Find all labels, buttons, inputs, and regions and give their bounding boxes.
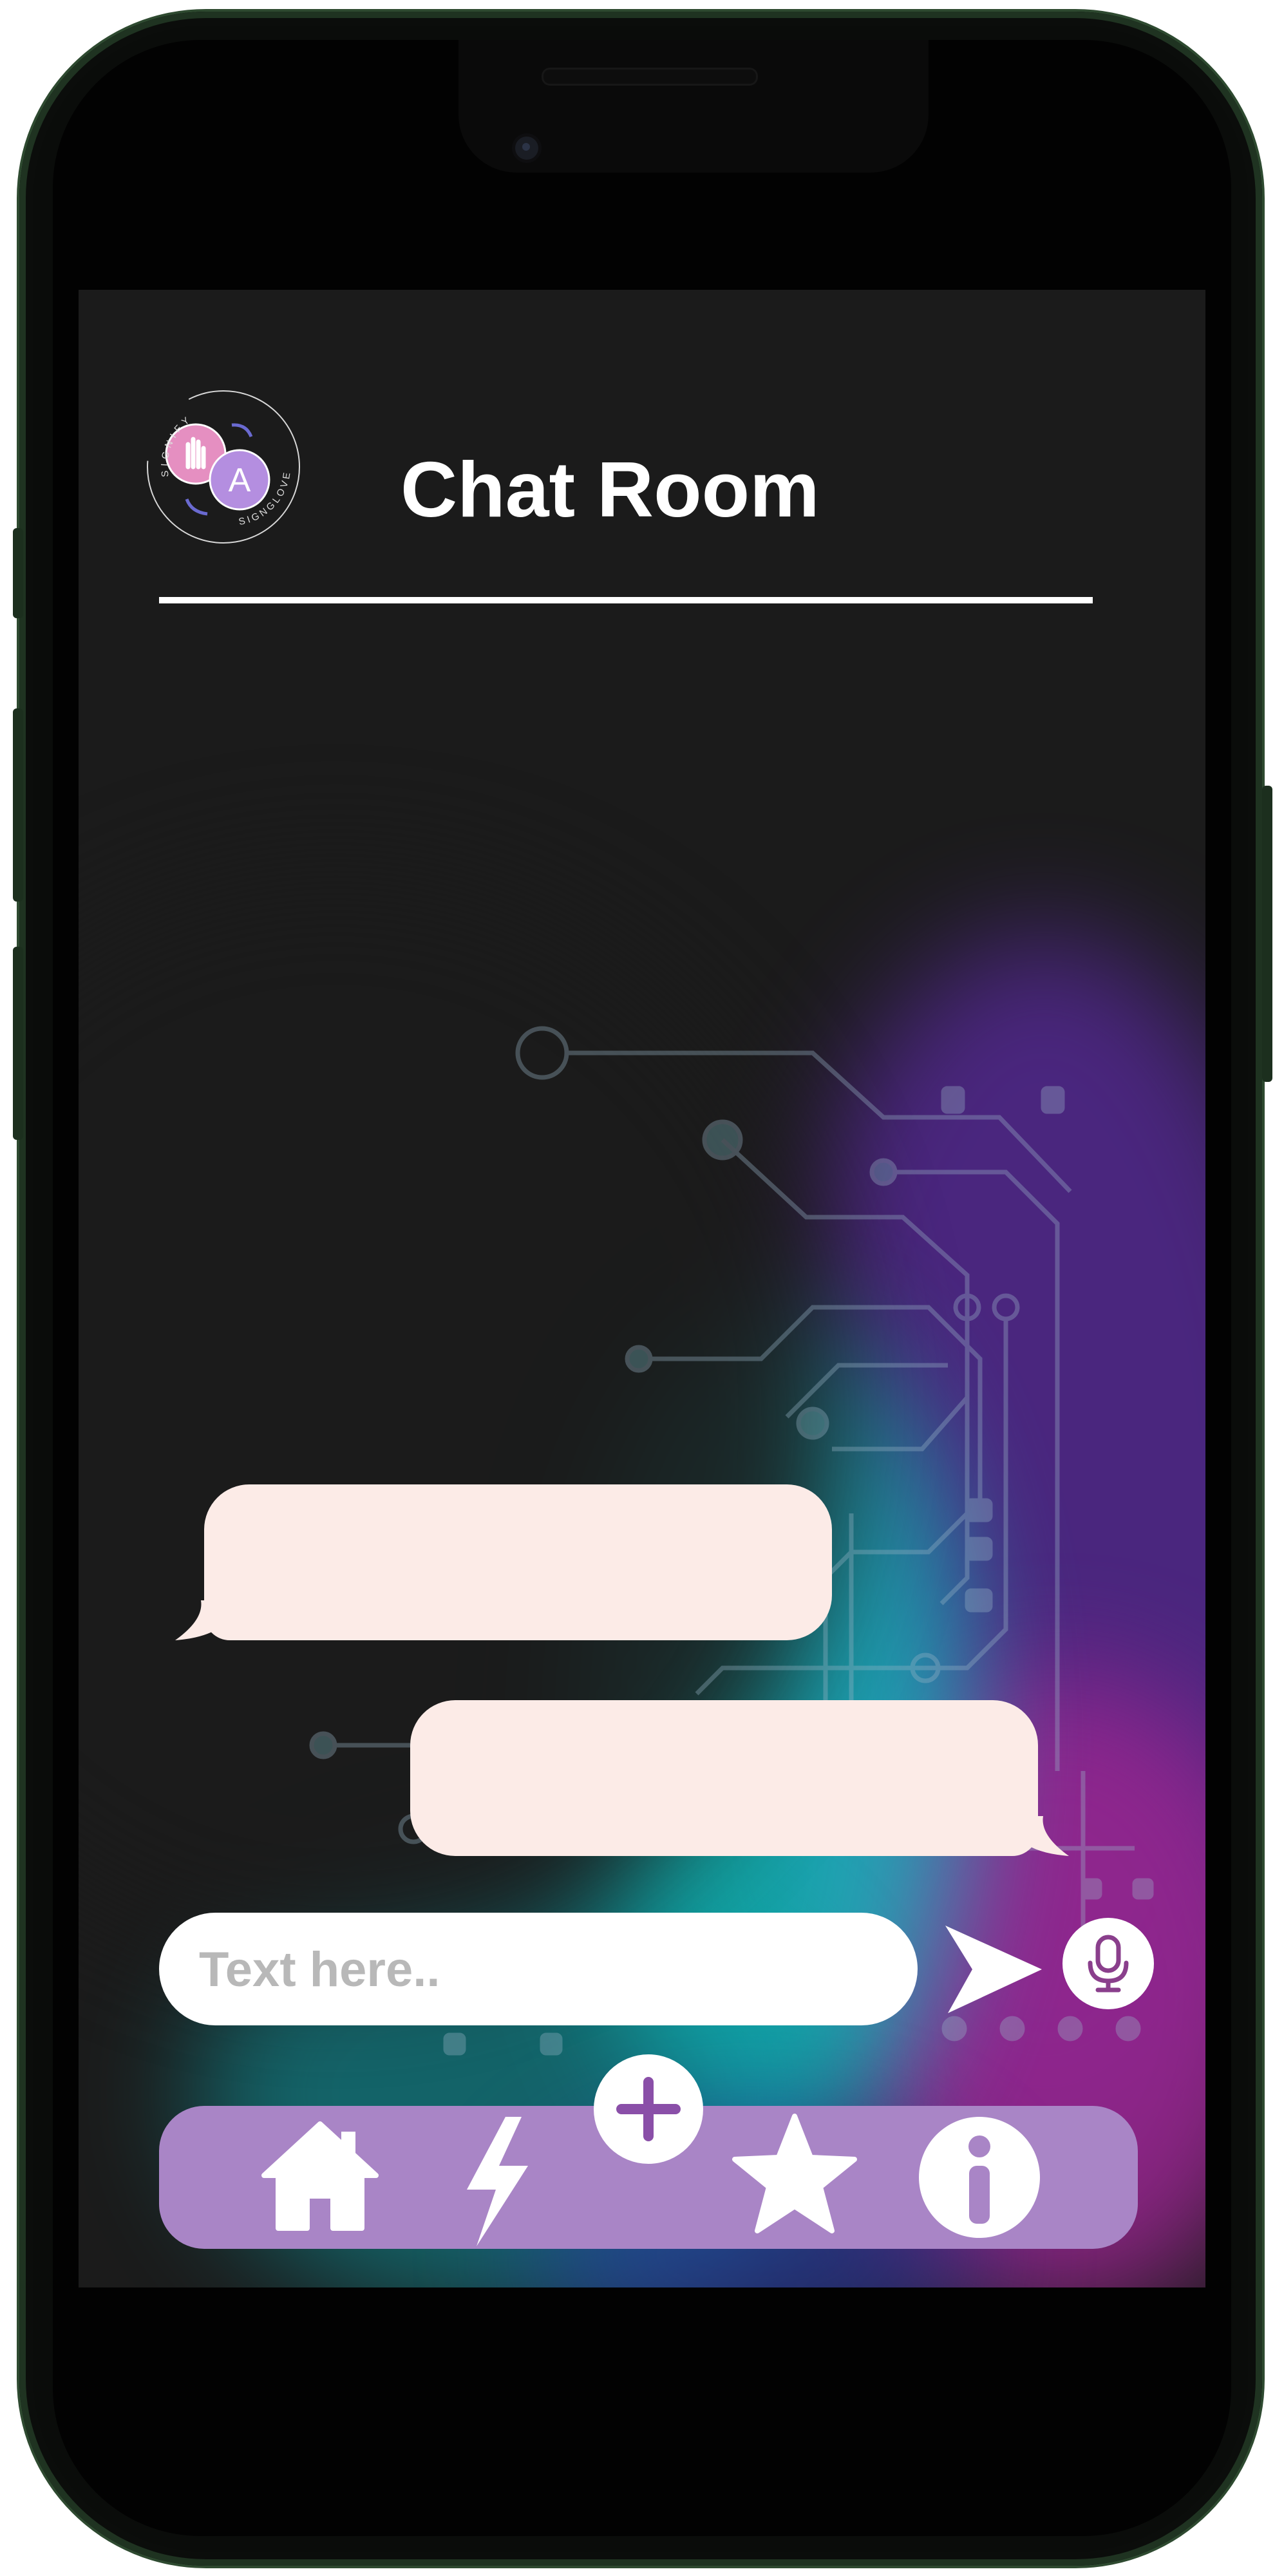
message-input[interactable]	[198, 1913, 896, 2027]
plus-icon	[616, 2077, 681, 2141]
phone-volume-down-button	[13, 947, 23, 1140]
star-icon[interactable]	[732, 2112, 858, 2238]
phone-power-button	[1262, 786, 1272, 1082]
phone-volume-up-button	[13, 708, 23, 902]
microphone-icon	[1088, 1935, 1129, 1993]
bubble-tail-left	[175, 1600, 233, 1640]
message-input-container	[159, 1913, 918, 2027]
microphone-button[interactable]	[1062, 1918, 1154, 2009]
message-bubble-incoming[interactable]	[204, 1484, 832, 1640]
send-icon[interactable]	[941, 1919, 1044, 2016]
front-camera	[515, 137, 538, 160]
chat-room-screen: A SIGNIFY SIGNGLOVE Chat Room	[79, 290, 1205, 2287]
info-icon[interactable]	[918, 2116, 1041, 2239]
add-button[interactable]	[594, 2054, 703, 2164]
phone-speaker	[543, 70, 756, 84]
logo-letter: A	[229, 462, 251, 499]
message-bubble-outgoing[interactable]	[410, 1700, 1038, 1856]
page-title: Chat Room	[401, 446, 820, 533]
phone-silent-switch	[13, 528, 23, 618]
lightning-icon[interactable]	[460, 2116, 534, 2248]
bubble-tail-right	[1011, 1816, 1069, 1856]
home-icon[interactable]	[259, 2119, 381, 2231]
header-divider	[159, 597, 1093, 603]
signify-logo: A SIGNIFY SIGNGLOVE	[147, 390, 300, 544]
